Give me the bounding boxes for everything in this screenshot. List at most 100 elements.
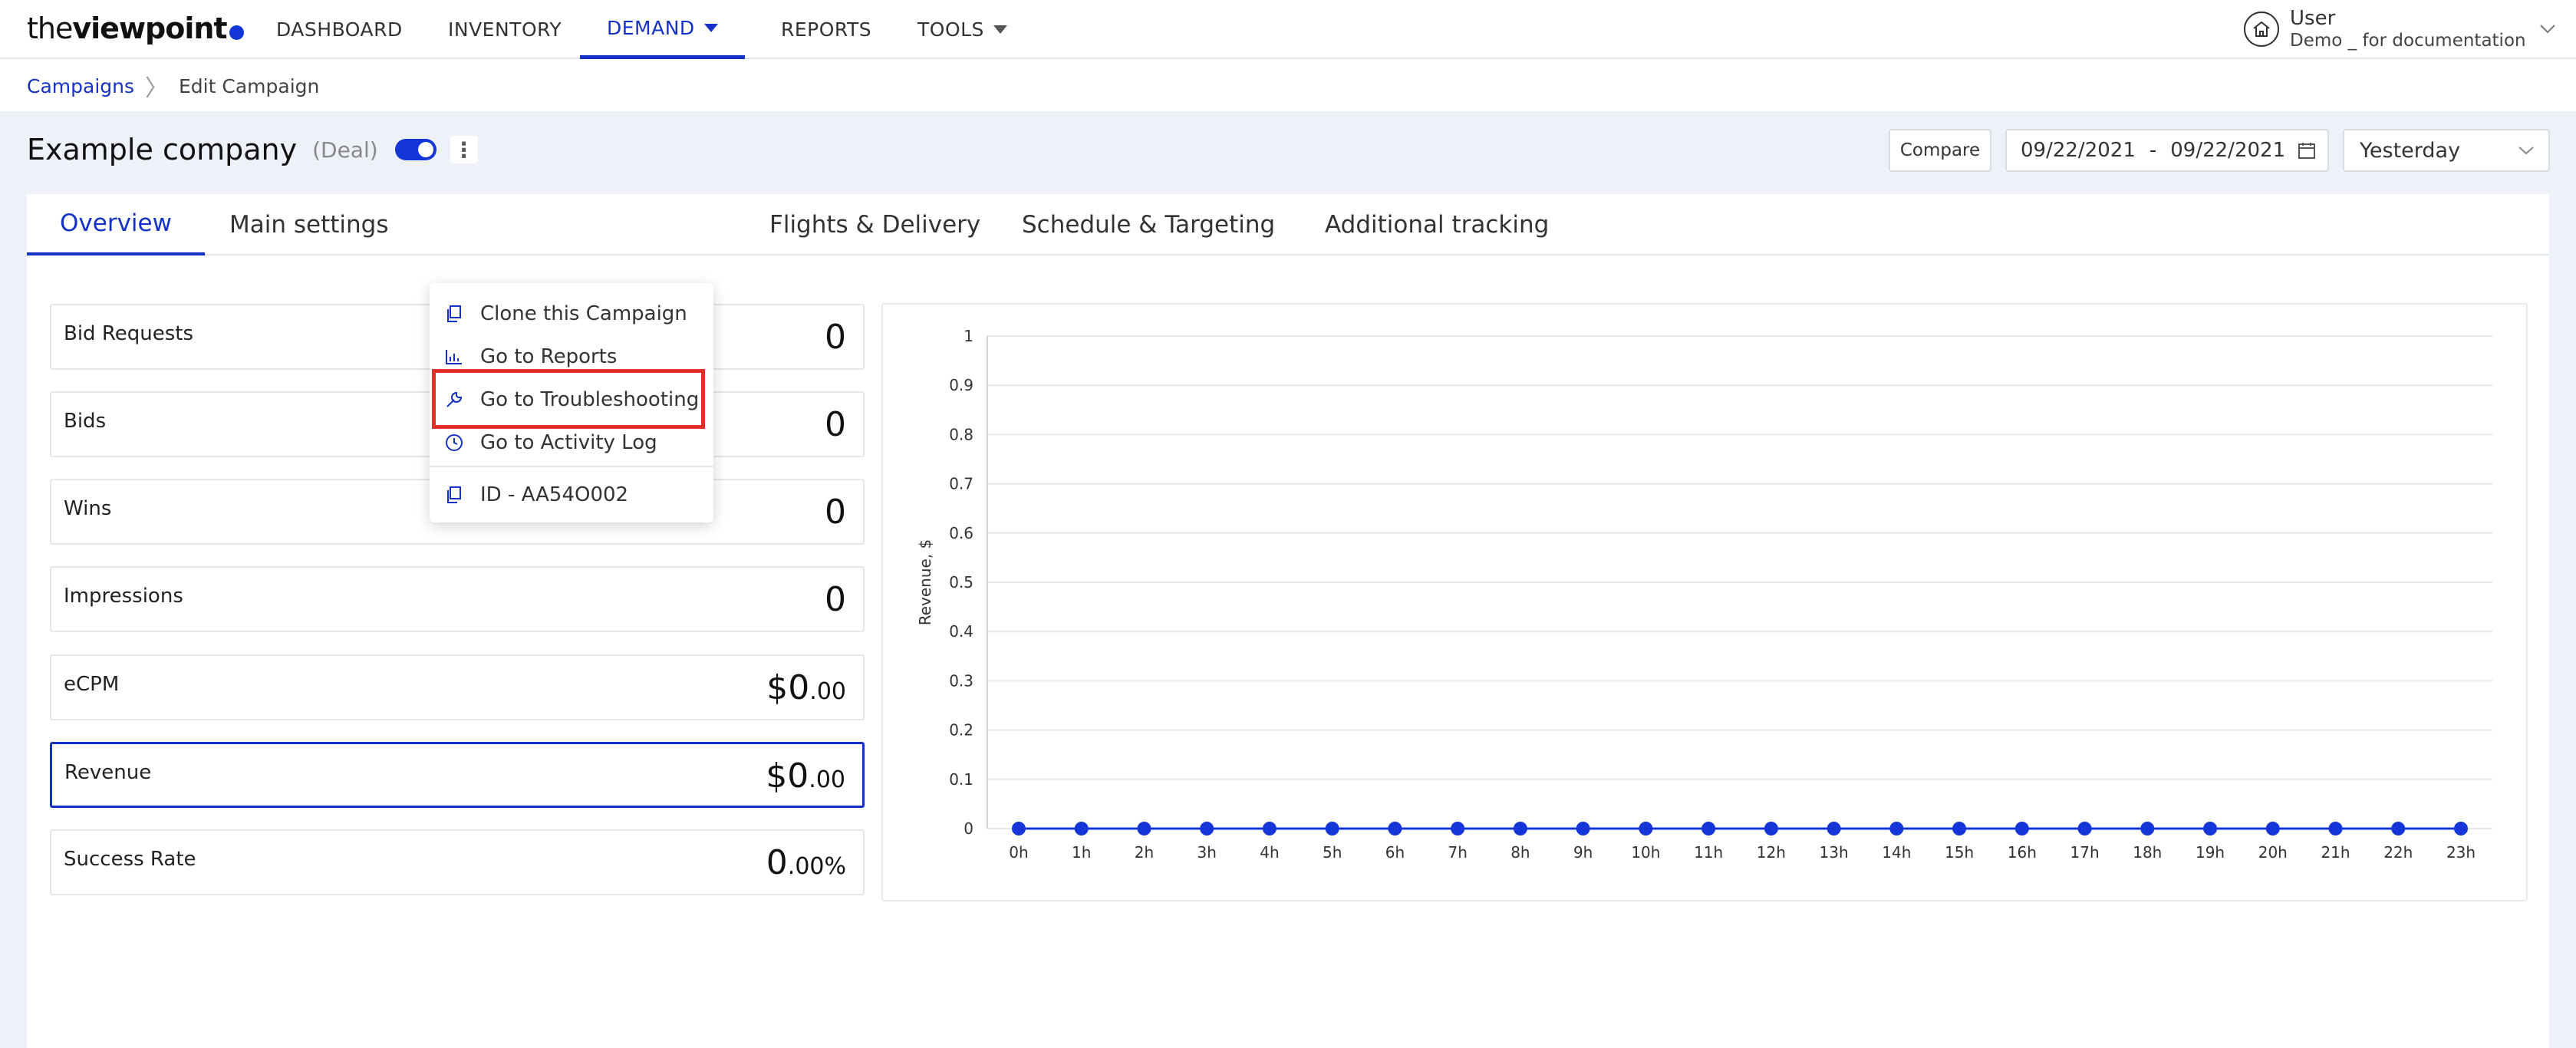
metric-value: 0 <box>825 580 846 619</box>
data-point <box>1074 822 1089 835</box>
nav-demand[interactable]: DEMAND <box>580 0 745 59</box>
metric-label: Bids <box>64 410 107 433</box>
menu-divider <box>430 466 713 467</box>
metric-value: $0.00 <box>766 668 846 707</box>
y-tick-label: 0.4 <box>949 622 973 641</box>
date-to: 09/22/2021 <box>2170 139 2286 162</box>
data-point <box>1576 822 1590 835</box>
chevron-down-icon <box>2518 147 2534 155</box>
logo-text-thin: the <box>27 12 73 45</box>
x-tick-label: 6h <box>1385 843 1405 862</box>
data-point <box>1325 822 1339 835</box>
x-tick-label: 21h <box>2321 843 2350 862</box>
home-icon <box>2244 12 2279 47</box>
campaign-title: Example company <box>27 133 298 166</box>
data-point <box>1764 822 1778 835</box>
tab-main-settings[interactable]: Main settings <box>229 194 388 255</box>
y-tick-label: 0.2 <box>949 721 973 740</box>
x-tick-label: 8h <box>1510 843 1530 862</box>
menu-item-copy-id[interactable]: ID - AA54O002 <box>430 473 713 516</box>
x-tick-label: 19h <box>2196 843 2225 862</box>
user-subtitle: Demo _ for documentation <box>2290 31 2526 51</box>
data-point <box>2077 822 2092 835</box>
period-value: Yesterday <box>2360 138 2461 163</box>
metric-revenue[interactable]: Revenue $0.00 <box>50 742 865 808</box>
metric-value: 0 <box>825 493 846 532</box>
more-actions-icon[interactable]: ⋮ <box>450 136 478 163</box>
x-tick-label: 10h <box>1631 843 1660 862</box>
nav-inventory-label: INVENTORY <box>448 18 562 41</box>
metric-label: eCPM <box>64 673 120 696</box>
x-tick-label: 5h <box>1323 843 1342 862</box>
x-tick-label: 3h <box>1197 843 1217 862</box>
metric-value: 0 <box>825 405 846 444</box>
metric-impressions[interactable]: Impressions 0 <box>50 566 865 632</box>
metric-label: Revenue <box>64 761 152 784</box>
logo-dot-icon <box>229 25 244 40</box>
data-point <box>1137 822 1151 835</box>
x-tick-label: 1h <box>1072 843 1091 862</box>
data-point <box>1827 822 1841 835</box>
data-point <box>1262 822 1276 835</box>
x-tick-label: 12h <box>1757 843 1786 862</box>
menu-item-label: Go to Activity Log <box>480 431 657 454</box>
metric-ecpm[interactable]: eCPM $0.00 <box>50 654 865 720</box>
data-point <box>2203 822 2218 835</box>
data-point <box>2328 822 2343 835</box>
breadcrumb: Campaigns 〉 Edit Campaign <box>0 61 2576 111</box>
nav-inventory[interactable]: INVENTORY <box>448 0 562 59</box>
calendar-icon <box>2298 143 2316 159</box>
chart-svg: 0 0.1 0.2 0.3 0.4 0.5 0.6 0.7 0.8 0.9 1 Revenue, $ 0… <box>916 327 2492 862</box>
x-tick-label: 16h <box>2008 843 2037 862</box>
top-navbar: the viewpoint DASHBOARD INVENTORY DEMAND … <box>0 0 2576 59</box>
x-tick-label: 0h <box>1009 843 1028 862</box>
tab-flights-delivery[interactable]: Flights & Delivery <box>769 194 980 255</box>
y-tick-label: 0.7 <box>949 475 973 493</box>
metric-success-rate[interactable]: Success Rate 0.00% <box>50 829 865 895</box>
data-point <box>1200 822 1214 835</box>
date-range-picker[interactable]: 09/22/2021 - 09/22/2021 <box>2005 129 2329 172</box>
data-point <box>2140 822 2155 835</box>
tab-schedule-targeting[interactable]: Schedule & Targeting <box>1022 194 1275 255</box>
breadcrumb-separator-icon: 〉 <box>145 75 169 102</box>
app-logo[interactable]: the viewpoint <box>27 9 244 48</box>
campaign-header: Example company (Deal) ⋮ <box>27 127 478 173</box>
data-point <box>2014 822 2029 835</box>
x-tick-label: 18h <box>2133 843 2162 862</box>
nav-reports[interactable]: REPORTS <box>781 0 871 59</box>
y-tick-label: 0.9 <box>949 376 973 394</box>
data-point <box>1388 822 1402 835</box>
data-point <box>1012 822 1026 835</box>
menu-item-label: ID - AA54O002 <box>480 483 629 506</box>
data-point <box>2265 822 2280 835</box>
menu-item-label: Clone this Campaign <box>480 302 687 325</box>
x-tick-label: 14h <box>1882 843 1911 862</box>
data-point <box>1639 822 1653 835</box>
x-tick-label: 7h <box>1448 843 1467 862</box>
user-menu[interactable]: User Demo _ for documentation <box>2244 6 2555 52</box>
data-point <box>1451 822 1465 835</box>
date-from: 09/22/2021 <box>2021 139 2136 162</box>
tab-overview[interactable]: Overview <box>27 194 205 255</box>
data-point <box>2391 822 2406 835</box>
metric-label: Bid Requests <box>64 322 193 345</box>
campaign-enabled-toggle[interactable] <box>394 139 436 160</box>
x-tick-label: 22h <box>2383 843 2413 862</box>
x-tick-label: 2h <box>1135 843 1154 862</box>
breadcrumb-campaigns-link[interactable]: Campaigns <box>27 75 134 97</box>
nav-dashboard[interactable]: DASHBOARD <box>276 0 403 59</box>
clock-icon <box>445 433 463 452</box>
data-point <box>2454 822 2468 835</box>
metric-value: 0.00% <box>766 843 846 882</box>
menu-item-clone-campaign[interactable]: Clone this Campaign <box>430 292 713 335</box>
x-tick-label: 4h <box>1260 843 1279 862</box>
x-tick-label: 17h <box>2070 843 2100 862</box>
tab-additional-tracking[interactable]: Additional tracking <box>1325 194 1549 255</box>
compare-button[interactable]: Compare <box>1889 129 1991 172</box>
nav-dashboard-label: DASHBOARD <box>276 18 403 41</box>
period-select[interactable]: Yesterday <box>2343 129 2550 172</box>
chevron-down-icon <box>2539 25 2555 34</box>
data-point <box>1952 822 1967 835</box>
metric-value: 0 <box>825 318 846 357</box>
nav-tools[interactable]: TOOLS <box>917 0 1007 59</box>
